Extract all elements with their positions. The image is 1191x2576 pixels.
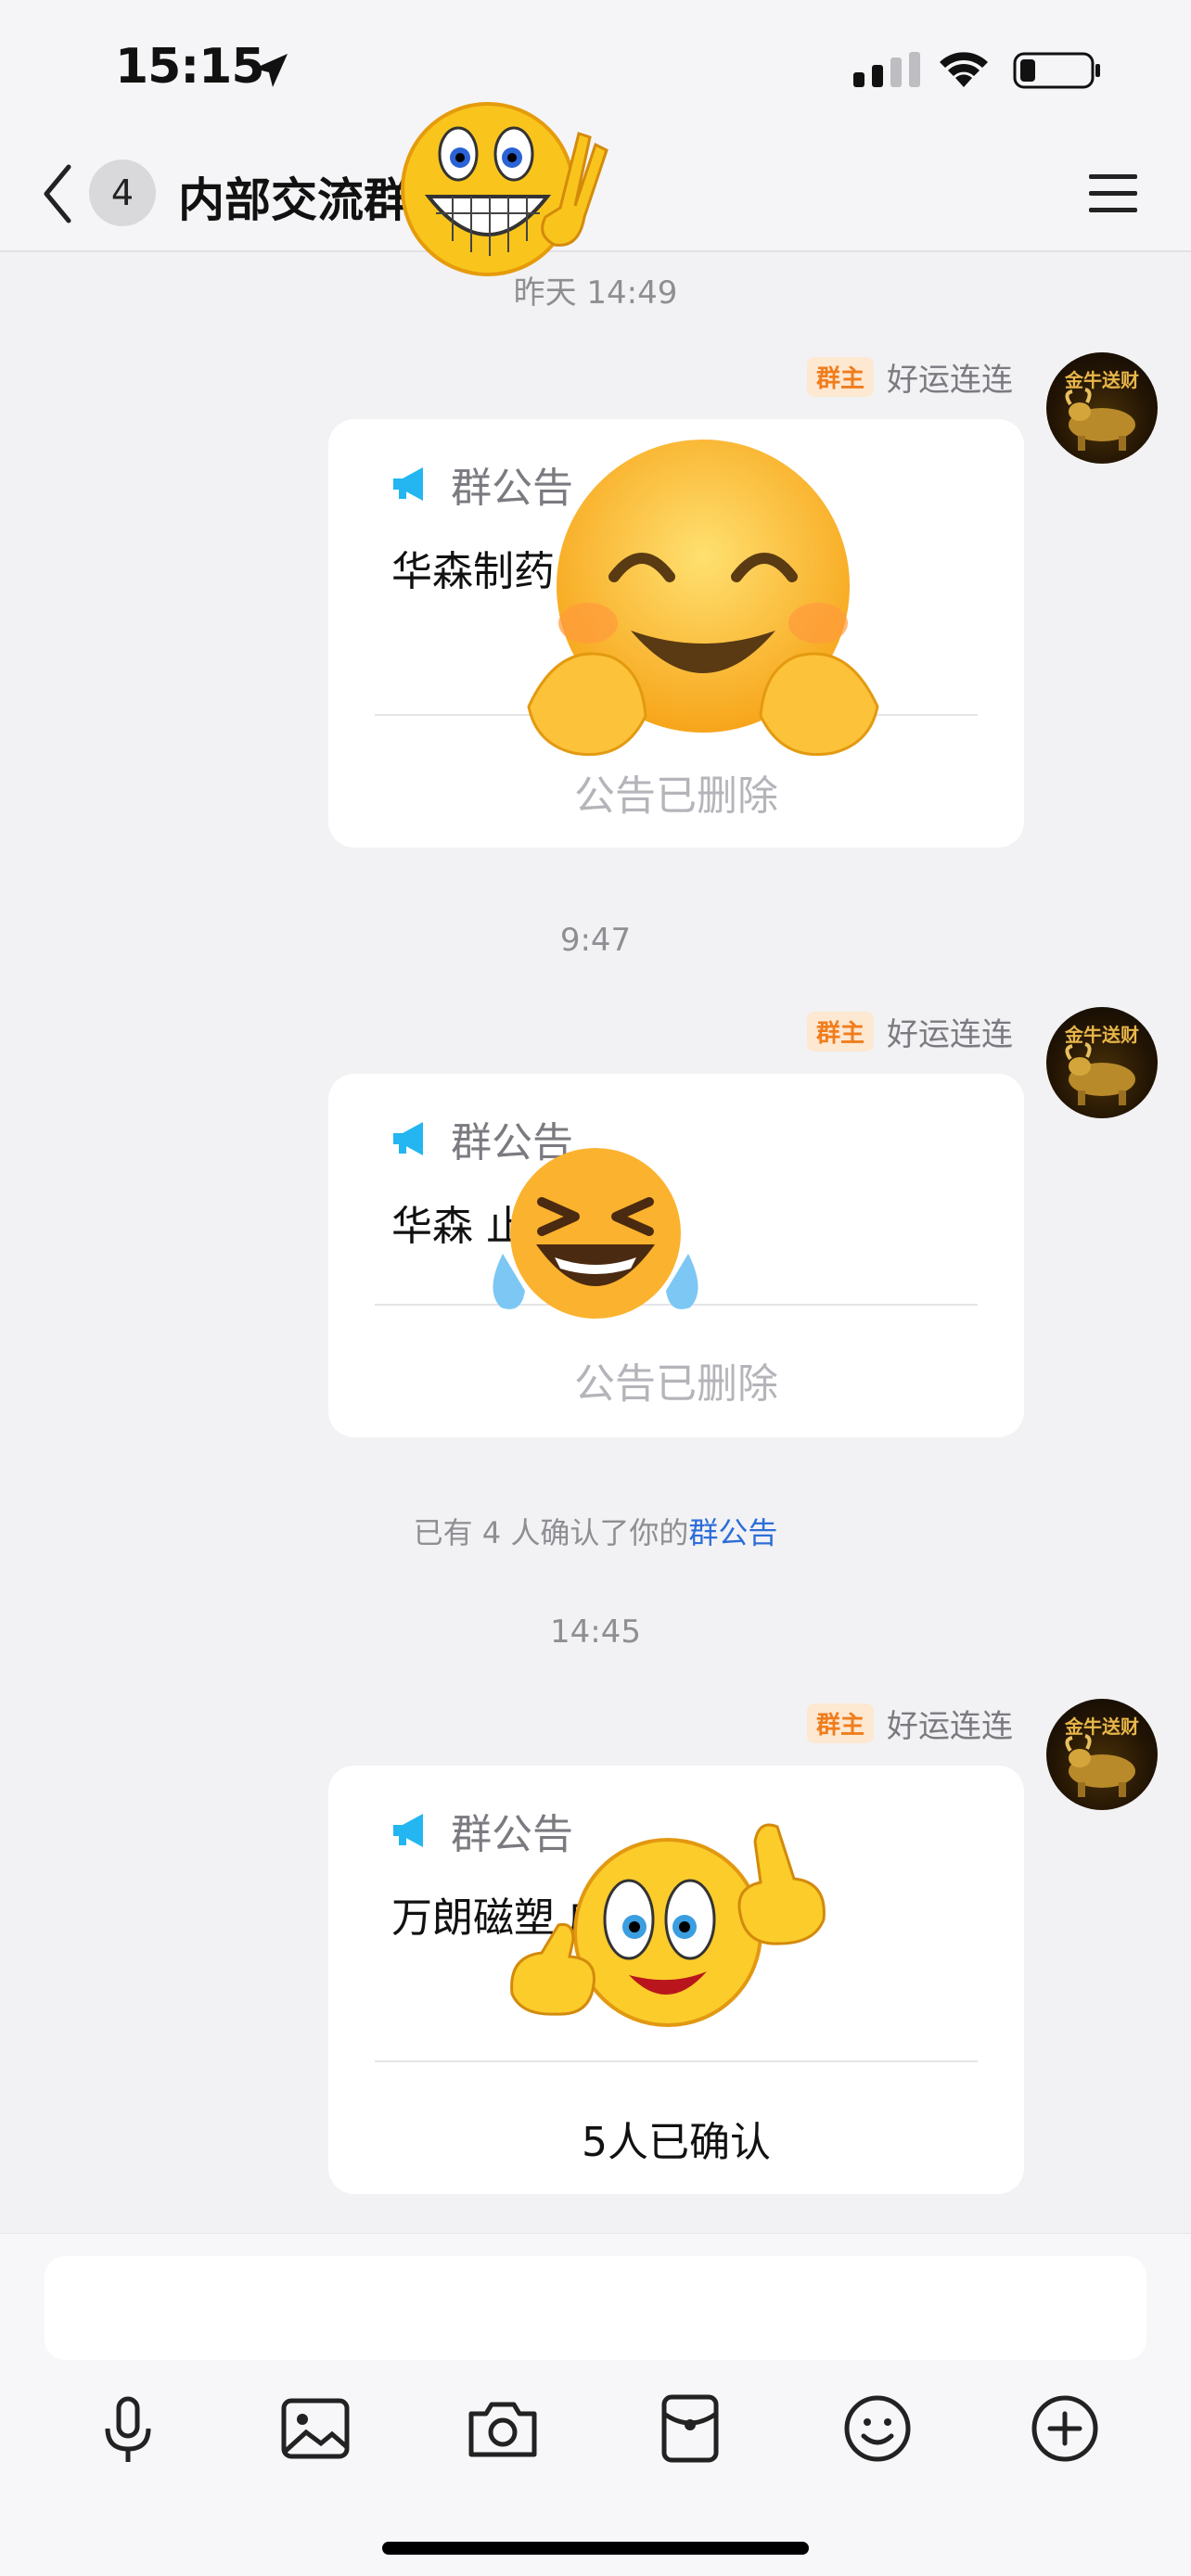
- golden-bull-icon: [1065, 388, 1135, 451]
- smiling-hugging-emoji-icon: [527, 440, 879, 757]
- megaphone-icon: [393, 467, 423, 501]
- plus-icon[interactable]: [1026, 2390, 1104, 2468]
- unread-count-badge[interactable]: 4: [89, 159, 156, 226]
- group-announcement-link[interactable]: 群公告: [688, 1515, 777, 1550]
- sender-line: 群主 好运连连: [806, 1702, 1013, 1745]
- avatar[interactable]: 金牛送财: [1046, 1699, 1158, 1810]
- megaphone-icon: [393, 1122, 423, 1155]
- cellular-signal-icon: [853, 52, 920, 87]
- golden-bull-icon: [1065, 1734, 1135, 1797]
- card-footer[interactable]: 5人已确认: [328, 2109, 1024, 2168]
- message-input[interactable]: [45, 2256, 1146, 2360]
- input-area: [0, 2233, 1191, 2576]
- laughing-tears-emoji-icon: [493, 1148, 698, 1319]
- sender-name: 好运连连: [887, 361, 1013, 399]
- wifi-icon: [940, 52, 988, 87]
- message-timestamp: 14:45: [550, 1613, 641, 1651]
- chevron-left-icon[interactable]: [37, 159, 78, 228]
- role-badge: 群主: [806, 1702, 874, 1743]
- image-icon[interactable]: [276, 2390, 354, 2468]
- camera-icon[interactable]: [464, 2390, 542, 2468]
- confirmation-notice: 已有 4 人确认了你的群公告: [0, 1510, 1191, 1552]
- message-timestamp: 9:47: [559, 922, 632, 959]
- avatar[interactable]: 金牛送财: [1046, 1007, 1158, 1118]
- role-badge: 群主: [806, 356, 874, 397]
- hamburger-menu-icon[interactable]: [1085, 167, 1141, 219]
- grinning-peace-emoji-icon: [401, 102, 608, 276]
- status-time: 15:15: [115, 39, 265, 95]
- battery-icon: [1013, 52, 1100, 89]
- red-packet-icon[interactable]: [651, 2390, 729, 2468]
- golden-bull-icon: [1065, 1042, 1135, 1105]
- sender-line: 群主 好运连连: [806, 356, 1013, 399]
- card-footer: 公告已删除: [574, 1360, 778, 1408]
- page-title: 内部交流群: [178, 173, 410, 227]
- emoji-icon[interactable]: [839, 2390, 916, 2468]
- microphone-icon[interactable]: [89, 2390, 167, 2468]
- card-footer: 公告已删除: [574, 772, 778, 820]
- location-arrow-icon: [254, 54, 288, 87]
- sender-line: 群主 好运连连: [806, 1011, 1013, 1053]
- megaphone-icon: [393, 1814, 423, 1847]
- avatar[interactable]: 金牛送财: [1046, 352, 1158, 464]
- sender-name: 好运连连: [887, 1015, 1013, 1053]
- home-indicator[interactable]: [382, 2542, 809, 2555]
- card-divider: [375, 2060, 978, 2062]
- role-badge: 群主: [806, 1011, 874, 1052]
- thumbs-up-emoji-icon: [510, 1823, 826, 2027]
- notice-text: 已有 4 人确认了你的: [413, 1515, 689, 1550]
- sender-name: 好运连连: [887, 1707, 1013, 1745]
